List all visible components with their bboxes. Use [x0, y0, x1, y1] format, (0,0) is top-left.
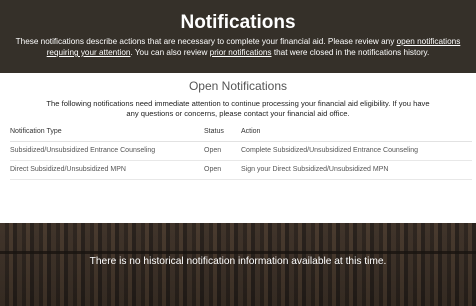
intro-text: These notifications describe actions tha… [0, 36, 476, 58]
notification-type-cell: Subsidized/Unsubsidized Entrance Counsel… [10, 141, 204, 161]
page-title: Notifications [180, 12, 296, 33]
prior-notifications-link[interactable]: prior notifications [210, 48, 272, 57]
column-header-type: Notification Type [10, 125, 204, 142]
table-row[interactable]: Direct Subsidized/Unsubsidized MPN Open … [10, 160, 472, 180]
intro-middle: . You can also review [130, 48, 208, 57]
open-notifications-panel: Open Notifications The following notific… [0, 73, 476, 223]
notification-action-cell[interactable]: Sign your Direct Subsidized/Unsubsidized… [241, 160, 472, 180]
notification-status-cell: Open [204, 160, 241, 180]
notification-action-cell[interactable]: Complete Subsidized/Unsubsidized Entranc… [241, 141, 472, 161]
notification-history-section: There is no historical notification info… [0, 223, 476, 306]
bookshelf-background [0, 251, 476, 254]
column-header-action: Action [241, 125, 472, 142]
intro-suffix: that were closed in the notifications hi… [273, 48, 430, 57]
notifications-header: Notifications These notifications descri… [0, 0, 476, 73]
open-notifications-title: Open Notifications [188, 79, 288, 93]
column-header-status: Status [204, 125, 241, 142]
table-header-row: Notification Type Status Action [10, 125, 472, 142]
notifications-table: Notification Type Status Action Subsidiz… [10, 125, 472, 180]
notification-status-cell: Open [204, 141, 241, 161]
open-notifications-description: The following notifications need immedia… [46, 99, 430, 118]
history-empty-message: There is no historical notification info… [89, 256, 387, 267]
table-row[interactable]: Subsidized/Unsubsidized Entrance Counsel… [10, 141, 472, 161]
intro-prefix: These notifications describe actions tha… [15, 37, 395, 46]
notification-type-cell: Direct Subsidized/Unsubsidized MPN [10, 160, 204, 180]
